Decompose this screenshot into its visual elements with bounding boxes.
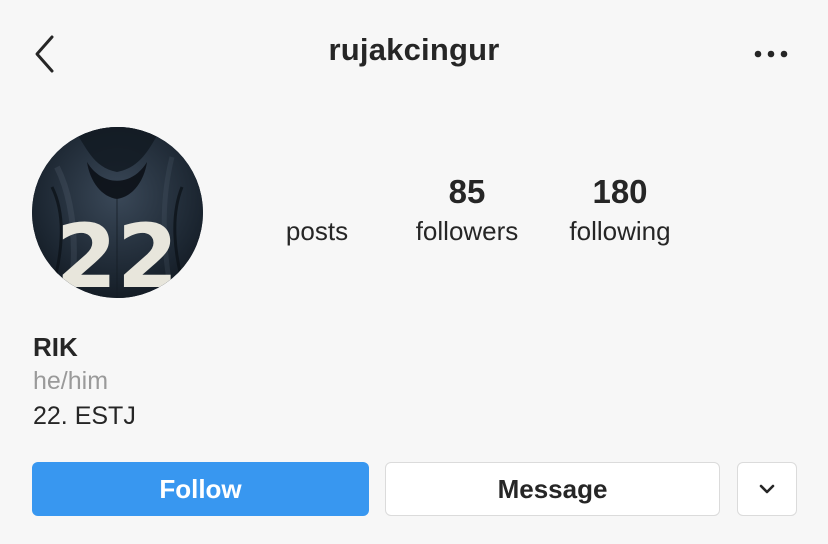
posts-label: posts: [285, 216, 349, 246]
top-navigation-bar: rujakcingur: [0, 0, 828, 108]
stat-posts[interactable]: posts: [272, 170, 362, 248]
following-count: 180: [592, 173, 648, 210]
message-button[interactable]: Message: [385, 462, 720, 516]
profile-bio: RIK he/him 22. ESTJ: [33, 330, 136, 434]
profile-pronouns: he/him: [33, 367, 109, 395]
follow-button[interactable]: Follow: [32, 462, 369, 516]
profile-avatar[interactable]: 22: [32, 127, 203, 298]
followers-label: followers: [415, 216, 519, 246]
avatar-number-text: 22: [56, 205, 178, 298]
following-label: following: [569, 216, 671, 246]
stat-followers[interactable]: 85 followers: [402, 170, 532, 248]
avatar-image: 22: [32, 127, 203, 298]
profile-name: RIK: [33, 332, 78, 362]
chevron-down-icon: [759, 484, 775, 494]
more-horizontal-icon: [754, 50, 788, 58]
followers-count: 85: [448, 173, 486, 210]
profile-description: 22. ESTJ: [33, 402, 136, 430]
stat-following[interactable]: 180 following: [555, 170, 685, 248]
profile-username-title: rujakcingur: [328, 32, 500, 67]
profile-stats: posts 85 followers 180 following: [230, 170, 730, 260]
more-options-button[interactable]: [745, 36, 797, 72]
suggested-accounts-dropdown-button[interactable]: [737, 462, 797, 516]
posts-count: [272, 170, 362, 214]
